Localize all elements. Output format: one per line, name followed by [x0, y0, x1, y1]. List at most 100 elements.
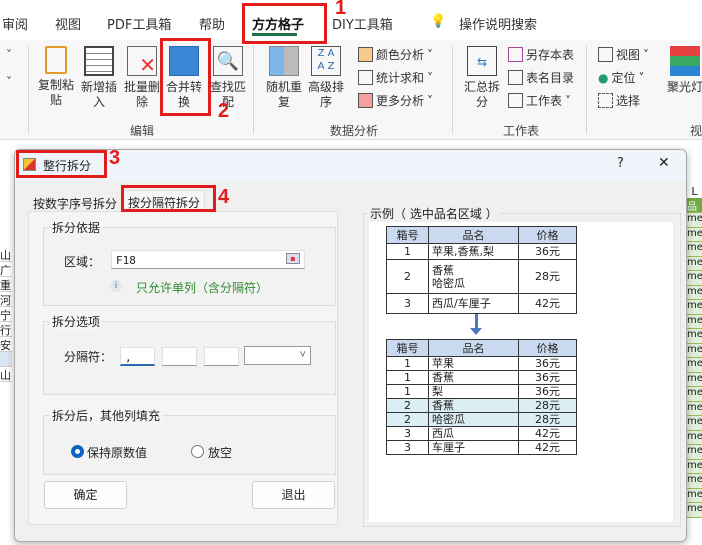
map-pin-icon: ● [598, 70, 609, 85]
cell[interactable]: me [687, 387, 702, 402]
tab-review[interactable]: 审阅 [2, 14, 28, 33]
table-red-icon [358, 93, 373, 108]
cell[interactable]: me [687, 430, 702, 445]
table-cell: 3 [386, 293, 429, 314]
cell[interactable]: me [687, 271, 702, 286]
chevron-down-icon[interactable]: ˅ [6, 75, 12, 89]
group-label-view: 视 [690, 124, 702, 138]
summary-split-button[interactable]: ⇆ 汇总拆分 [462, 46, 502, 110]
cell[interactable]: me [687, 488, 702, 503]
spotlight-button[interactable]: 聚光灯 [665, 46, 702, 95]
separator-input-2[interactable] [162, 347, 197, 366]
group-label-analysis: 数据分析 [330, 124, 379, 138]
cell[interactable]: me [687, 300, 702, 315]
sheet-list-icon [508, 70, 523, 85]
ok-button[interactable]: 确定 [44, 481, 127, 509]
separator-input-3[interactable] [204, 347, 239, 366]
table-cell: 28元 [518, 398, 577, 413]
clipboard-icon [45, 46, 67, 74]
table-cell: 36元 [518, 384, 577, 399]
cell[interactable]: me [687, 474, 702, 489]
more-analysis-button[interactable]: 更多分析 ˅ [358, 92, 433, 109]
tab-help[interactable]: 帮助 [199, 14, 225, 33]
cell[interactable]: 宁 [0, 307, 12, 322]
annotation-1: 1 [335, 0, 347, 19]
stats-sum-button[interactable]: 统计求和 ˅ [358, 69, 433, 86]
cell[interactable]: me [687, 314, 702, 329]
table-cell: 苹果,香蕉,梨 [428, 243, 519, 260]
annotation-3: 3 [109, 147, 121, 169]
tab-view[interactable]: 视图 [55, 14, 81, 33]
cell[interactable]: 品名 [687, 198, 702, 213]
cell[interactable]: 安 [0, 337, 12, 352]
table-row: 2 香蕉 哈密瓜 28元 [386, 259, 577, 294]
select-button[interactable]: 选择 [598, 92, 640, 109]
batch-delete-button[interactable]: ✕ 批量删除 [122, 46, 162, 110]
cell[interactable]: me [687, 242, 702, 257]
radio-keep-label[interactable]: 保持原数值 [87, 444, 147, 461]
separator-input-1[interactable]: , [120, 347, 155, 366]
cell[interactable] [0, 352, 12, 367]
save-sheet-button[interactable]: 另存本表 [508, 46, 574, 63]
column-header: 品名 [428, 226, 519, 244]
cell[interactable]: me [687, 372, 702, 387]
cell[interactable]: me [687, 445, 702, 460]
table-row: 1 苹果,香蕉,梨 36元 [386, 243, 577, 260]
radio-keep[interactable] [71, 445, 84, 458]
radio-empty-label[interactable]: 放空 [208, 444, 232, 461]
separator-select[interactable]: ˅ [244, 346, 311, 365]
cell[interactable]: me [687, 227, 702, 242]
cell[interactable]: me [687, 256, 702, 271]
table-row: 3 车厘子 42元 [386, 440, 577, 455]
cell[interactable]: 广 [0, 262, 12, 277]
group-title: 拆分后，其他列填充 [50, 407, 163, 424]
cell[interactable]: 山 [0, 367, 12, 382]
copy-paste-button[interactable]: 复制粘贴 [36, 46, 76, 108]
table-cell: 梨 [428, 384, 519, 399]
close-button[interactable]: ✕ [658, 155, 670, 171]
arrow-head [470, 328, 482, 335]
cell[interactable]: me [687, 358, 702, 373]
chevron-down-icon: ˅ [299, 348, 306, 361]
area-label: 区域： [64, 255, 101, 269]
cell[interactable]: 河 [0, 292, 12, 307]
annotation-2: 2 [218, 100, 230, 122]
help-button[interactable]: ? [617, 156, 624, 171]
cell[interactable]: me [687, 401, 702, 416]
cell[interactable]: me [687, 459, 702, 474]
tell-me-search[interactable]: 操作说明搜索 [459, 14, 537, 33]
split-options-group: 拆分选项 分隔符： , ˅ [43, 313, 336, 395]
cell[interactable]: 山 [0, 247, 12, 262]
sheet-index-button[interactable]: 表名目录 [508, 69, 574, 86]
cell[interactable]: 行 [0, 322, 12, 337]
cell[interactable]: me [687, 329, 702, 344]
tab-pdf-toolbox[interactable]: PDF工具箱 [107, 14, 171, 33]
fill-group: 拆分后，其他列填充 保持原数值 放空 [43, 407, 336, 475]
info-icon: i [110, 280, 122, 292]
range-picker-icon[interactable]: ▪ [286, 253, 300, 264]
table-row: 3 西瓜/车厘子 42元 [386, 293, 577, 314]
insert-button[interactable]: 新增插入 [79, 46, 119, 110]
exit-button[interactable]: 退出 [252, 481, 335, 509]
worksheet-button[interactable]: 工作表 ˅ [508, 92, 571, 109]
table-cell: 2 [386, 412, 429, 427]
area-input[interactable]: F18 [111, 250, 305, 269]
cell[interactable]: 重 [0, 277, 12, 292]
cell[interactable]: me [687, 213, 702, 228]
advanced-sort-button[interactable]: Z AA Z 高级排序 [306, 46, 346, 110]
table-header-row: 箱号 品名 价格 [386, 339, 577, 357]
view-button[interactable]: 视图 ˅ [598, 46, 649, 63]
cell[interactable]: me [687, 503, 702, 518]
cell[interactable]: me [687, 343, 702, 358]
cell[interactable]: me [687, 416, 702, 431]
chevron-down-icon[interactable]: ˅ [6, 48, 12, 62]
column-header-l[interactable]: L [687, 185, 702, 198]
locate-button[interactable]: ● 定位 ˅ [598, 69, 645, 86]
color-analysis-button[interactable]: 颜色分析 ˅ [358, 46, 433, 63]
cell[interactable]: me [687, 285, 702, 300]
radio-empty[interactable] [191, 445, 204, 458]
table-row: 1 梨 36元 [386, 384, 577, 399]
view-icon [598, 47, 613, 62]
random-repeat-button[interactable]: 随机重复 [264, 46, 304, 110]
annotation-box-3 [16, 150, 107, 178]
